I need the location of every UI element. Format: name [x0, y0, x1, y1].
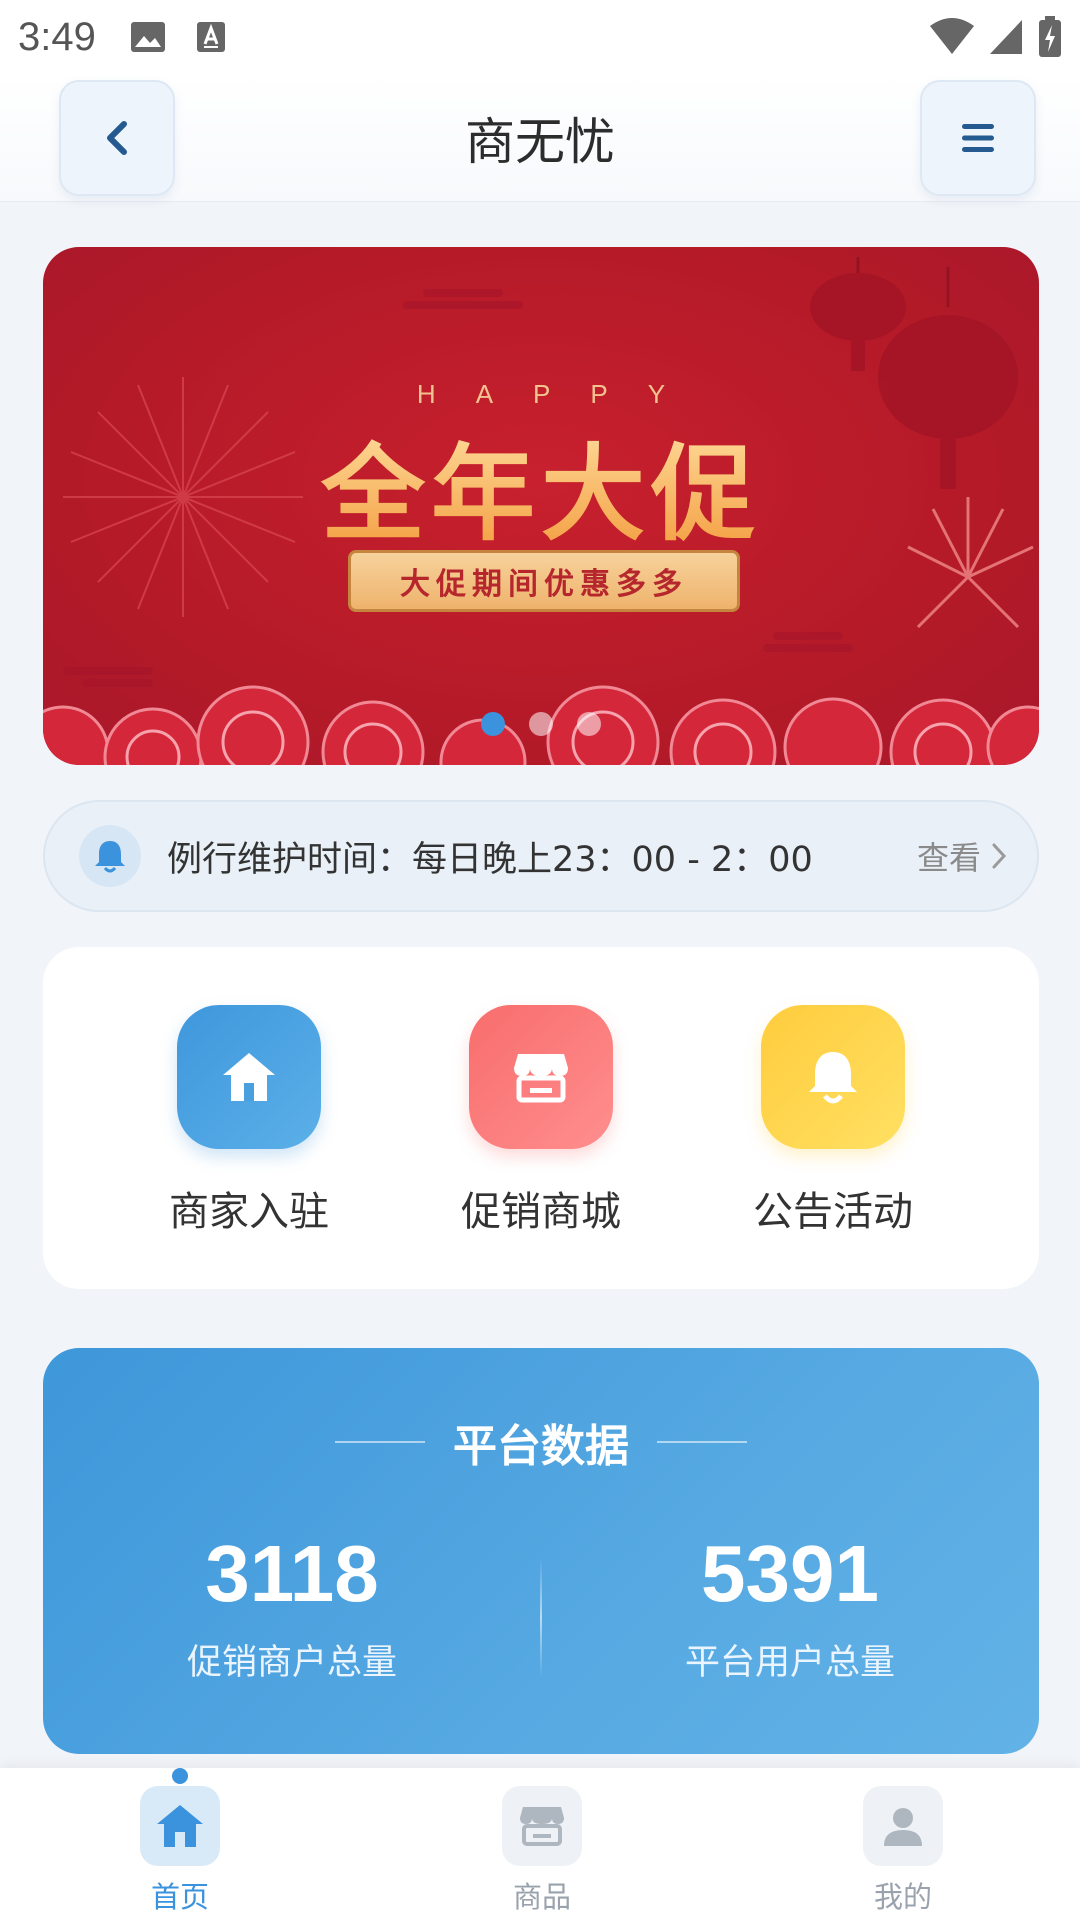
carousel-dot-1[interactable]	[481, 712, 505, 736]
notice-view-link[interactable]: 查看	[917, 833, 1007, 879]
status-time: 3:49	[18, 14, 96, 59]
bell-icon	[95, 841, 125, 873]
bell-icon	[809, 1052, 857, 1104]
image-icon	[130, 22, 165, 52]
battery-icon	[1039, 16, 1061, 57]
stat-label: 促销商户总量	[186, 1643, 397, 1683]
quick-action-merchant-join[interactable]: 商家入驻	[119, 947, 379, 1289]
notice-view-label: 查看	[916, 839, 981, 877]
quick-action-label: 促销商城	[461, 1189, 621, 1235]
stats-title: 平台数据	[453, 1421, 629, 1472]
home-icon	[223, 1053, 275, 1101]
title-divider-left	[335, 1441, 425, 1443]
tab-mine[interactable]: 我的	[803, 1786, 1003, 1916]
chevron-right-icon	[992, 843, 1007, 869]
tab-home[interactable]: 首页	[80, 1768, 280, 1916]
font-icon	[196, 22, 225, 52]
app-header: 商无忧	[0, 74, 1080, 202]
quick-action-icon-box	[761, 1005, 905, 1149]
quick-actions-card: 商家入驻 促销商城 公告活动	[43, 947, 1039, 1289]
banner-headline: 全年大促	[43, 409, 1039, 560]
tab-icon-box	[140, 1786, 220, 1866]
home-icon	[157, 1805, 203, 1847]
stat-users: 5391 平台用户总量	[541, 1528, 1039, 1685]
menu-icon	[962, 124, 994, 152]
status-left-icons	[130, 20, 226, 54]
quick-action-label: 商家入驻	[169, 1189, 329, 1235]
platform-stats-card: 平台数据 3118 促销商户总量 5391 平台用户总量	[43, 1348, 1039, 1754]
bottom-tab-bar: 首页 商品 我的	[0, 1768, 1080, 1920]
tab-label: 商品	[512, 1880, 571, 1914]
status-bar: 3:49	[0, 0, 1080, 74]
banner-happy-text: HAPPY	[416, 379, 706, 409]
active-tab-indicator	[172, 1768, 188, 1784]
signal-icon	[990, 20, 1022, 54]
tab-goods[interactable]: 商品	[442, 1786, 642, 1916]
tab-icon-box	[502, 1786, 582, 1866]
quick-action-icon-box	[469, 1005, 613, 1149]
banner-subtitle: 大促期间优惠多多	[348, 550, 740, 612]
menu-button[interactable]	[920, 80, 1036, 196]
stat-label: 平台用户总量	[684, 1643, 895, 1683]
notice-bar[interactable]: 例行维护时间：每日晚上23：00 - 2：00 查看	[43, 800, 1039, 912]
stat-value: 5391	[701, 1529, 879, 1618]
notice-bell-icon-wrap	[79, 825, 141, 887]
promo-banner[interactable]: HAPPY 全年大促 大促期间优惠多多	[43, 247, 1039, 765]
carousel-dot-3[interactable]	[577, 712, 601, 736]
quick-action-label: 公告活动	[753, 1189, 913, 1235]
wifi-icon	[930, 18, 974, 54]
store-icon	[520, 1807, 564, 1846]
title-divider-right	[657, 1441, 747, 1443]
carousel-dot-2[interactable]	[529, 712, 553, 736]
status-right-icons	[930, 16, 1062, 58]
quick-action-announcements[interactable]: 公告活动	[703, 947, 963, 1289]
stats-title-row: 平台数据	[43, 1410, 1039, 1474]
tab-label: 我的	[873, 1880, 932, 1914]
user-icon	[884, 1808, 922, 1846]
page-title: 商无忧	[465, 113, 615, 171]
tab-label: 首页	[150, 1880, 209, 1914]
store-icon	[514, 1054, 568, 1103]
quick-action-icon-box	[177, 1005, 321, 1149]
quick-action-promo-mall[interactable]: 促销商城	[411, 947, 671, 1289]
stat-merchants: 3118 促销商户总量	[43, 1528, 541, 1685]
stat-value: 3118	[205, 1529, 379, 1618]
carousel-indicators[interactable]	[43, 712, 1039, 736]
tab-icon-box	[863, 1786, 943, 1866]
notice-text: 例行维护时间：每日晚上23：00 - 2：00	[167, 839, 813, 880]
